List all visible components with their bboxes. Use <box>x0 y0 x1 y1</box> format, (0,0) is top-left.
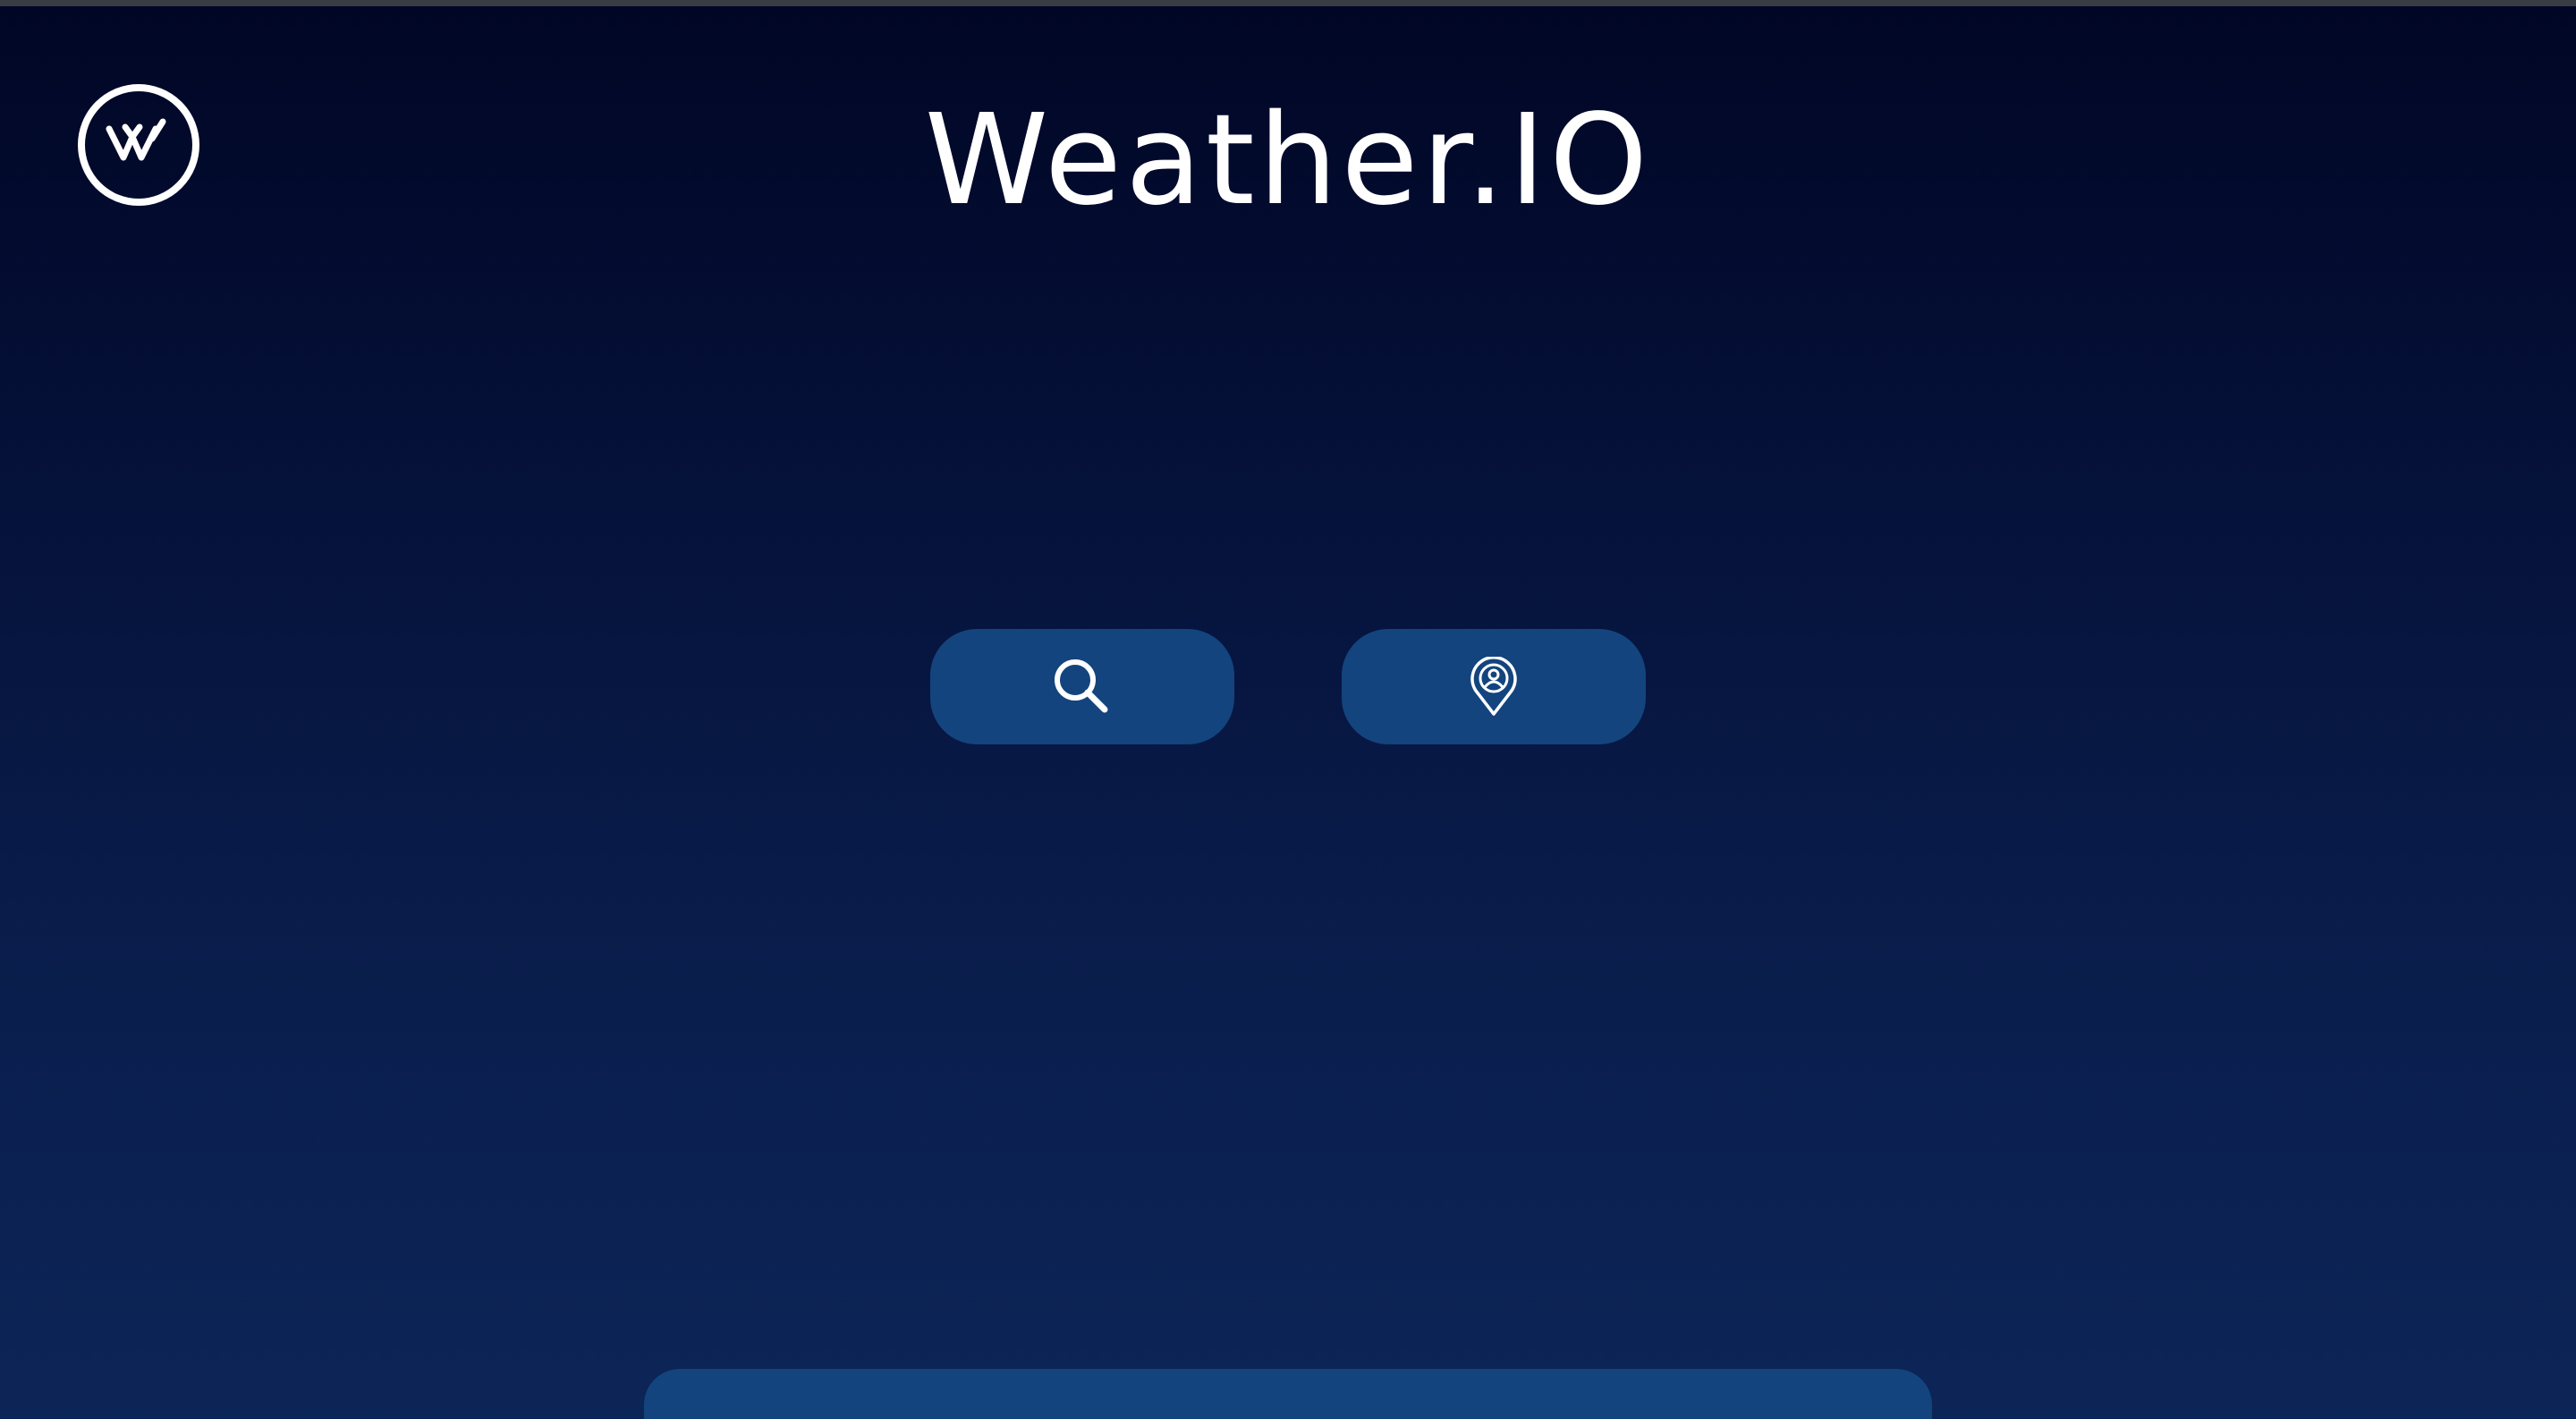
app-title: Weather.IO <box>924 88 1652 234</box>
current-location-button[interactable] <box>1342 629 1646 744</box>
search-button[interactable] <box>930 629 1234 744</box>
browser-top-strip <box>0 0 2576 6</box>
user-location-pin-icon <box>1470 656 1517 716</box>
search-icon <box>1055 659 1108 712</box>
weather-content-panel <box>644 1369 1932 1419</box>
